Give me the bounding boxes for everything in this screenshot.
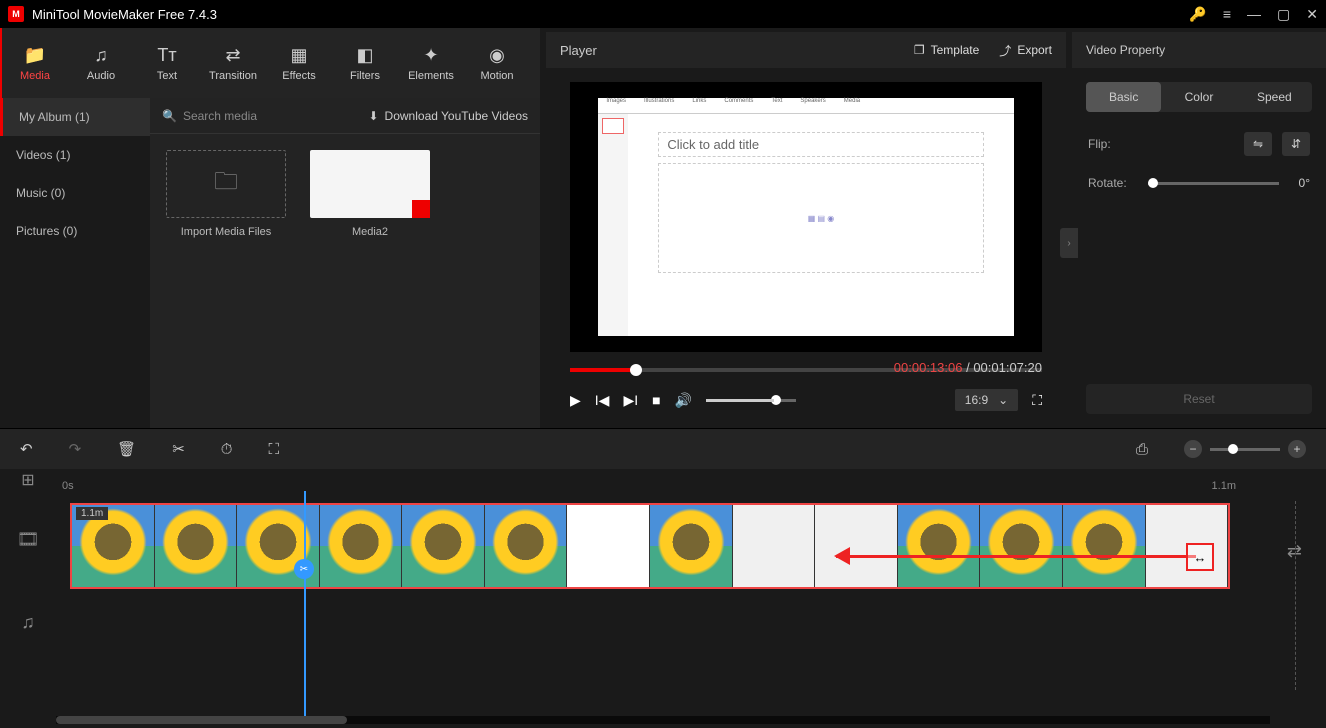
snap-icon[interactable]: ⎙ <box>1136 441 1148 458</box>
tab-color[interactable]: Color <box>1161 82 1236 112</box>
rotate-label: Rotate: <box>1088 176 1138 190</box>
transition-icon: ⇄ <box>225 45 240 66</box>
tool-elements[interactable]: ✦Elements <box>398 36 464 90</box>
video-clip[interactable]: 1.1m <box>70 503 1230 589</box>
clip-resize-handle[interactable]: ↔ <box>1186 543 1214 571</box>
player-preview[interactable]: ImagesIllustrationsLinksCommentsTextSpea… <box>570 82 1042 352</box>
media-sidebar: My Album (1) Videos (1) Music (0) Pictur… <box>0 98 150 428</box>
audio-track-icon[interactable]: ♫ <box>0 587 56 657</box>
volume-slider[interactable] <box>706 399 796 402</box>
menu-icon[interactable]: ≡ <box>1223 6 1231 22</box>
template-icon: ❐ <box>914 43 925 57</box>
slide-content-placeholder: ▦ ▤ ◉ <box>658 163 983 273</box>
split-button[interactable]: ✂ <box>172 440 185 458</box>
motion-icon: ◉ <box>489 45 505 66</box>
rotate-slider[interactable] <box>1148 182 1279 185</box>
video-track-icon[interactable]: 🎞 <box>0 491 56 587</box>
close-icon[interactable]: ✕ <box>1306 6 1318 23</box>
folder-icon: 📁 <box>24 45 46 66</box>
video-property-title: Video Property <box>1086 43 1165 57</box>
tool-motion[interactable]: ◉Motion <box>464 36 530 90</box>
crop-button[interactable]: ⛶ <box>268 441 279 458</box>
timeline-divider <box>1295 501 1296 690</box>
sidebar-item-videos[interactable]: Videos (1) <box>0 136 150 174</box>
download-youtube-link[interactable]: ⬇Download YouTube Videos <box>368 109 528 123</box>
split-indicator-icon: ✂ <box>294 559 314 579</box>
undo-button[interactable]: ↶ <box>20 440 33 458</box>
zoom-out-button[interactable]: − <box>1184 440 1202 458</box>
tool-effects[interactable]: ▦Effects <box>266 36 332 90</box>
timeline-scrollbar[interactable] <box>56 716 1270 724</box>
reset-button[interactable]: Reset <box>1086 384 1312 414</box>
aspect-ratio-select[interactable]: 16:9⌄ <box>955 389 1018 411</box>
minimize-icon[interactable]: — <box>1247 6 1261 22</box>
next-frame-button[interactable]: ▶I <box>623 392 638 409</box>
app-title: MiniTool MovieMaker Free 7.4.3 <box>32 7 1189 22</box>
search-input[interactable]: 🔍Search media <box>162 109 358 123</box>
titlebar: M MiniTool MovieMaker Free 7.4.3 🔑 ≡ — ▢… <box>0 0 1326 28</box>
rotate-value: 0° <box>1299 176 1310 190</box>
chevron-down-icon: ⌄ <box>998 393 1008 407</box>
fullscreen-button[interactable]: ⛶ <box>1032 392 1042 409</box>
sidebar-item-myalbum[interactable]: My Album (1) <box>0 98 150 136</box>
tab-basic[interactable]: Basic <box>1086 82 1161 112</box>
prev-frame-button[interactable]: I◀ <box>595 392 610 409</box>
clip-duration-badge: 1.1m <box>76 507 108 520</box>
flip-label: Flip: <box>1088 137 1138 151</box>
sidebar-item-music[interactable]: Music (0) <box>0 174 150 212</box>
speed-button[interactable]: ⏱ <box>221 441 233 458</box>
elements-icon: ✦ <box>423 45 438 66</box>
panel-expand-button[interactable]: › <box>1060 228 1078 258</box>
media-item-media2[interactable]: Media2 <box>310 150 430 238</box>
import-folder-icon: 🗀 <box>166 150 286 218</box>
sidebar-item-pictures[interactable]: Pictures (0) <box>0 212 150 250</box>
search-icon: 🔍 <box>162 109 177 123</box>
export-button[interactable]: ⤴Export <box>999 42 1052 59</box>
download-icon: ⬇ <box>368 109 378 123</box>
export-icon: ⤴ <box>999 42 1011 59</box>
maximize-icon[interactable]: ▢ <box>1277 6 1290 23</box>
tab-speed[interactable]: Speed <box>1237 82 1312 112</box>
tool-audio[interactable]: ♫Audio <box>68 36 134 90</box>
tool-filters[interactable]: ◧Filters <box>332 36 398 90</box>
play-button[interactable]: ▶ <box>570 392 581 409</box>
slide-title-placeholder: Click to add title <box>658 132 983 157</box>
player-title: Player <box>560 43 597 58</box>
filters-icon: ◧ <box>356 45 373 66</box>
app-logo: M <box>8 6 24 22</box>
effects-icon: ▦ <box>290 45 307 66</box>
import-media-button[interactable]: 🗀 Import Media Files <box>166 150 286 238</box>
redo-button[interactable]: ↷ <box>69 440 82 458</box>
flip-vertical-button[interactable]: ⇵ <box>1282 132 1310 156</box>
volume-icon[interactable]: 🔊 <box>675 392 692 409</box>
timeline-tracks[interactable]: 1.1m ✂ ↔ ⇄ <box>56 491 1326 716</box>
add-track-button[interactable]: ⊞ <box>21 470 34 490</box>
delete-button[interactable]: 🗑 <box>117 440 136 458</box>
stop-button[interactable]: ■ <box>652 392 660 408</box>
timecode: 00:00:13:06 / 00:01:07:20 <box>894 360 1042 375</box>
audio-icon: ♫ <box>94 45 108 66</box>
template-button[interactable]: ❐Template <box>914 43 979 57</box>
upgrade-key-icon[interactable]: 🔑 <box>1189 6 1206 23</box>
zoom-in-button[interactable]: + <box>1288 440 1306 458</box>
tool-transition[interactable]: ⇄Transition <box>200 36 266 90</box>
tool-text[interactable]: TᴛText <box>134 36 200 90</box>
zoom-slider[interactable] <box>1210 448 1280 451</box>
playhead[interactable]: ✂ <box>304 491 306 716</box>
annotation-arrow: ↔ <box>836 547 1196 567</box>
tool-media[interactable]: 📁Media <box>2 36 68 90</box>
media-thumbnail <box>310 150 430 218</box>
flip-horizontal-button[interactable]: ⇋ <box>1244 132 1272 156</box>
text-icon: Tᴛ <box>157 45 176 66</box>
preview-content: ImagesIllustrationsLinksCommentsTextSpea… <box>598 98 1013 336</box>
player-seekbar[interactable]: 00:00:13:06 / 00:01:07:20 <box>570 360 1042 380</box>
main-toolbar: 📁Media ♫Audio TᴛText ⇄Transition ▦Effect… <box>0 28 540 98</box>
